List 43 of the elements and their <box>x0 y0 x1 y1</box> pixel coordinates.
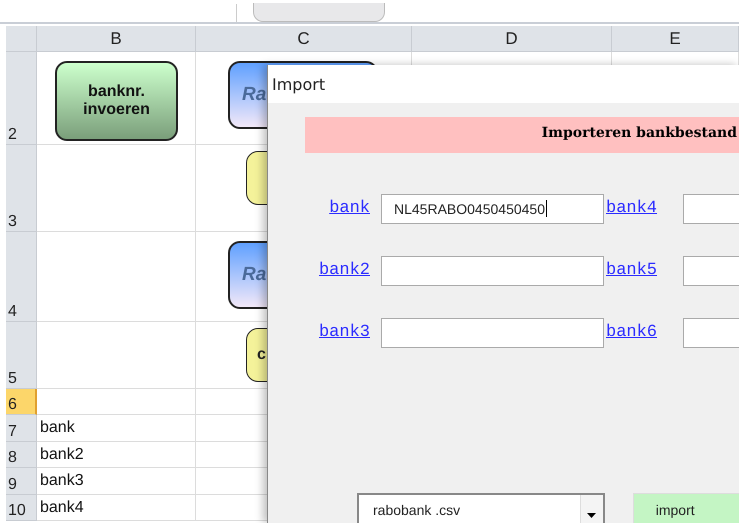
sheet-cell[interactable] <box>37 232 196 322</box>
import-button[interactable]: import <box>632 493 739 523</box>
row-header[interactable]: 8 <box>6 442 37 468</box>
sheet-cell[interactable] <box>37 389 196 415</box>
cell-text: bank2 <box>39 446 84 464</box>
bank-link[interactable]: bank4 <box>606 199 658 218</box>
cell-text: bank <box>39 419 75 437</box>
row-header[interactable]: 2 <box>6 52 37 145</box>
sheet-cell[interactable] <box>37 322 196 389</box>
row-header[interactable]: 6 <box>6 389 37 415</box>
column-header[interactable]: D <box>412 26 612 52</box>
bank-link[interactable]: bank <box>305 199 381 218</box>
input-field[interactable] <box>381 318 604 348</box>
file-dropdown[interactable]: rabobank .csv <box>357 493 605 523</box>
row-header[interactable]: 5 <box>6 322 37 389</box>
formula-field[interactable] <box>253 3 385 22</box>
bank-link[interactable]: bank2 <box>305 261 381 280</box>
column-header[interactable]: E <box>612 26 739 52</box>
row-header[interactable]: 10 <box>6 495 37 521</box>
cell-text: bank4 <box>39 498 84 516</box>
cell-text: bank3 <box>39 472 84 490</box>
column-header[interactable]: B <box>37 26 196 52</box>
row-header[interactable]: 7 <box>6 415 37 442</box>
sheet-cell[interactable]: bank <box>37 415 196 442</box>
bank-link[interactable]: bank5 <box>606 261 658 280</box>
sheet-cell[interactable]: banknr. invoeren <box>37 52 196 145</box>
dropdown-arrow-icon <box>587 512 596 518</box>
bank-link[interactable]: bank6 <box>606 323 658 342</box>
row-header[interactable]: 3 <box>6 145 37 232</box>
select-all-corner[interactable] <box>6 26 37 52</box>
input-field[interactable]: NL45RABO0450450450 <box>381 194 604 224</box>
banner: Importeren bankbestand <box>305 117 739 153</box>
row-header[interactable]: 9 <box>6 468 37 495</box>
input-field[interactable] <box>381 256 604 286</box>
column-header[interactable]: C <box>196 26 412 52</box>
row-header[interactable]: 4 <box>6 232 37 322</box>
sheet-cell[interactable]: bank2 <box>37 442 196 468</box>
sheet-cell[interactable]: bank4 <box>37 495 196 521</box>
macro-button[interactable]: banknr. invoeren <box>55 61 178 141</box>
bank-link[interactable]: bank3 <box>305 323 381 342</box>
sheet-cell[interactable] <box>37 145 196 232</box>
dialog-title: Import <box>272 74 326 94</box>
sheet-cell[interactable]: bank3 <box>37 468 196 495</box>
